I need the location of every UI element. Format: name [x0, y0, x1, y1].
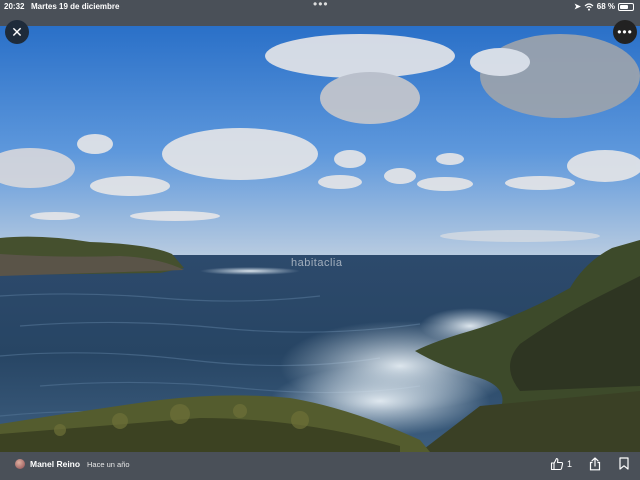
author-name[interactable]: Manel Reino — [30, 459, 80, 469]
photo-footer: Manel Reino Hace un año 1 — [0, 452, 640, 480]
avatar[interactable] — [15, 459, 25, 469]
time-ago: Hace un año — [87, 460, 130, 469]
status-indicators: ➤ 68 % — [574, 2, 634, 11]
wifi-icon — [584, 2, 594, 11]
more-icon: ••• — [617, 25, 633, 39]
share-button[interactable] — [589, 457, 601, 471]
close-button[interactable]: ✕ — [5, 20, 29, 44]
battery-icon — [618, 2, 634, 11]
status-bar: 20:32 Martes 19 de diciembre ••• ➤ 68 % — [0, 0, 640, 26]
status-date: Martes 19 de diciembre — [31, 2, 120, 11]
like-button[interactable]: 1 — [550, 457, 572, 471]
bookmark-icon — [619, 457, 629, 470]
close-icon: ✕ — [11, 23, 23, 40]
multitask-dots-icon[interactable]: ••• — [313, 0, 329, 11]
thumbs-up-icon — [550, 457, 564, 471]
photo-viewer: 20:32 Martes 19 de diciembre ••• ➤ 68 % — [0, 0, 640, 480]
more-options-button[interactable]: ••• — [613, 20, 637, 44]
property-photo: habitaclia — [0, 26, 640, 452]
location-icon: ➤ — [574, 2, 581, 11]
like-count: 1 — [567, 459, 573, 469]
coastal-landscape-image — [0, 26, 640, 452]
status-time: 20:32 — [4, 2, 25, 11]
share-icon — [589, 457, 601, 471]
battery-level: 68 % — [596, 2, 615, 11]
bookmark-button[interactable] — [619, 457, 629, 470]
watermark: habitaclia — [291, 257, 343, 269]
